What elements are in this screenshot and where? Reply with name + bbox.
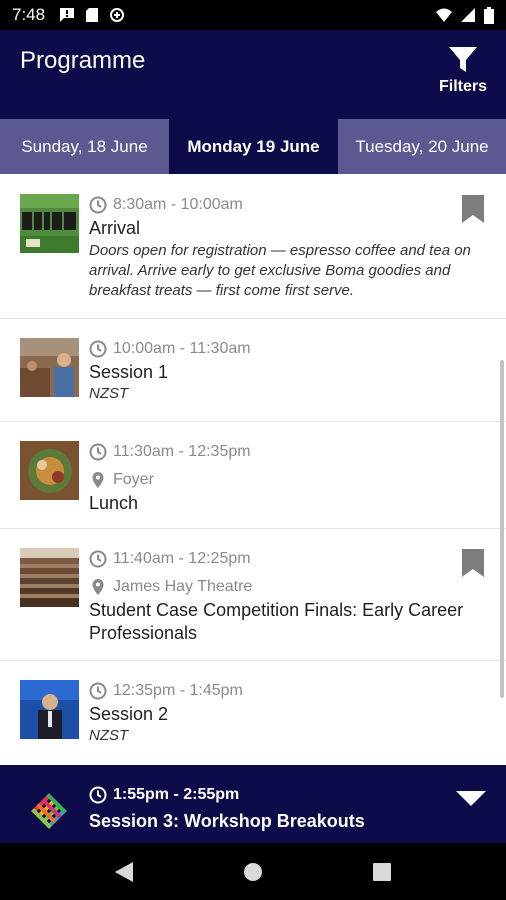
event-thumbnail (20, 548, 79, 607)
navigation-bar (0, 843, 506, 900)
event-description: Doors open for registration — espresso c… (89, 242, 471, 299)
list-item[interactable]: 8:30am - 10:00am Arrival Doors open for … (0, 174, 506, 319)
current-session-time: 1:55pm - 2:55pm (89, 786, 239, 804)
wifi-icon (436, 8, 452, 22)
event-timezone: NZST (89, 727, 129, 744)
location-pin-icon (92, 472, 104, 488)
list-item[interactable]: 11:30am - 12:35pm Foyer Lunch (0, 422, 506, 529)
location-pin-icon (92, 579, 104, 595)
clock-icon (89, 196, 107, 214)
current-session-bar[interactable]: 1:55pm - 2:55pm Session 3: Workshop Brea… (0, 765, 506, 843)
event-time: 11:40am - 12:25pm (89, 548, 484, 570)
data-saver-icon (110, 8, 125, 22)
list-item[interactable]: 12:35pm - 1:45pm Session 2 NZST (0, 661, 506, 765)
clock-icon (89, 786, 107, 804)
back-icon (115, 861, 134, 882)
tab-sunday[interactable]: Sunday, 18 June (0, 119, 169, 174)
chevron-down-icon[interactable] (456, 791, 486, 807)
filters-label: Filters (438, 78, 487, 95)
signal-icon (461, 8, 475, 22)
status-bar: 7:48 (0, 0, 506, 30)
event-title: Arrival (89, 218, 141, 238)
recents-icon (372, 862, 391, 881)
event-thumbnail (20, 338, 79, 397)
event-title: Student Case Competition Finals: Early C… (89, 600, 464, 643)
clock-icon (89, 682, 107, 700)
event-time: 12:35pm - 1:45pm (89, 680, 484, 702)
app-bar: Programme Filters (0, 30, 506, 119)
event-thumbnail (20, 680, 79, 739)
event-title: Session 1 (89, 362, 169, 382)
home-button[interactable] (233, 852, 273, 892)
tab-monday[interactable]: Monday 19 June (169, 119, 338, 174)
clock-icon (89, 340, 107, 358)
day-tabs: Sunday, 18 June Monday 19 June Tuesday, … (0, 119, 506, 174)
event-time: 10:00am - 11:30am (89, 338, 484, 360)
status-time: 7:48 (12, 5, 46, 24)
list-item[interactable]: 10:00am - 11:30am Session 1 NZST (0, 319, 506, 422)
event-timezone: NZST (89, 385, 129, 402)
bookmark-icon[interactable] (462, 549, 484, 577)
recents-button[interactable] (362, 852, 402, 892)
home-icon (243, 862, 262, 881)
page-title: Programme (20, 47, 146, 74)
event-location: James Hay Theatre (89, 576, 484, 598)
event-title: Lunch (89, 493, 139, 513)
event-time: 11:30am - 12:35pm (89, 441, 484, 463)
event-time: 8:30am - 10:00am (89, 194, 484, 216)
current-session-title: Session 3: Workshop Breakouts (89, 811, 365, 831)
scrollbar[interactable] (500, 360, 504, 698)
clock-icon (89, 443, 107, 461)
event-list[interactable]: 8:30am - 10:00am Arrival Doors open for … (0, 174, 506, 765)
bookmark-icon[interactable] (462, 195, 484, 223)
list-item[interactable]: 11:40am - 12:25pm James Hay Theatre Stud… (0, 529, 506, 661)
event-title: Session 2 (89, 704, 169, 724)
event-thumbnail (20, 441, 79, 500)
boma-logo-icon (31, 793, 67, 829)
clock-icon (89, 550, 107, 568)
sd-card-icon (86, 8, 99, 22)
event-location: Foyer (89, 469, 484, 491)
filter-icon (449, 47, 477, 72)
filters-button[interactable]: Filters (438, 46, 488, 96)
tab-tuesday[interactable]: Tuesday, 20 June (338, 119, 506, 174)
message-icon (60, 8, 75, 22)
event-thumbnail (20, 194, 79, 253)
battery-icon (484, 6, 494, 24)
back-button[interactable] (104, 852, 144, 892)
